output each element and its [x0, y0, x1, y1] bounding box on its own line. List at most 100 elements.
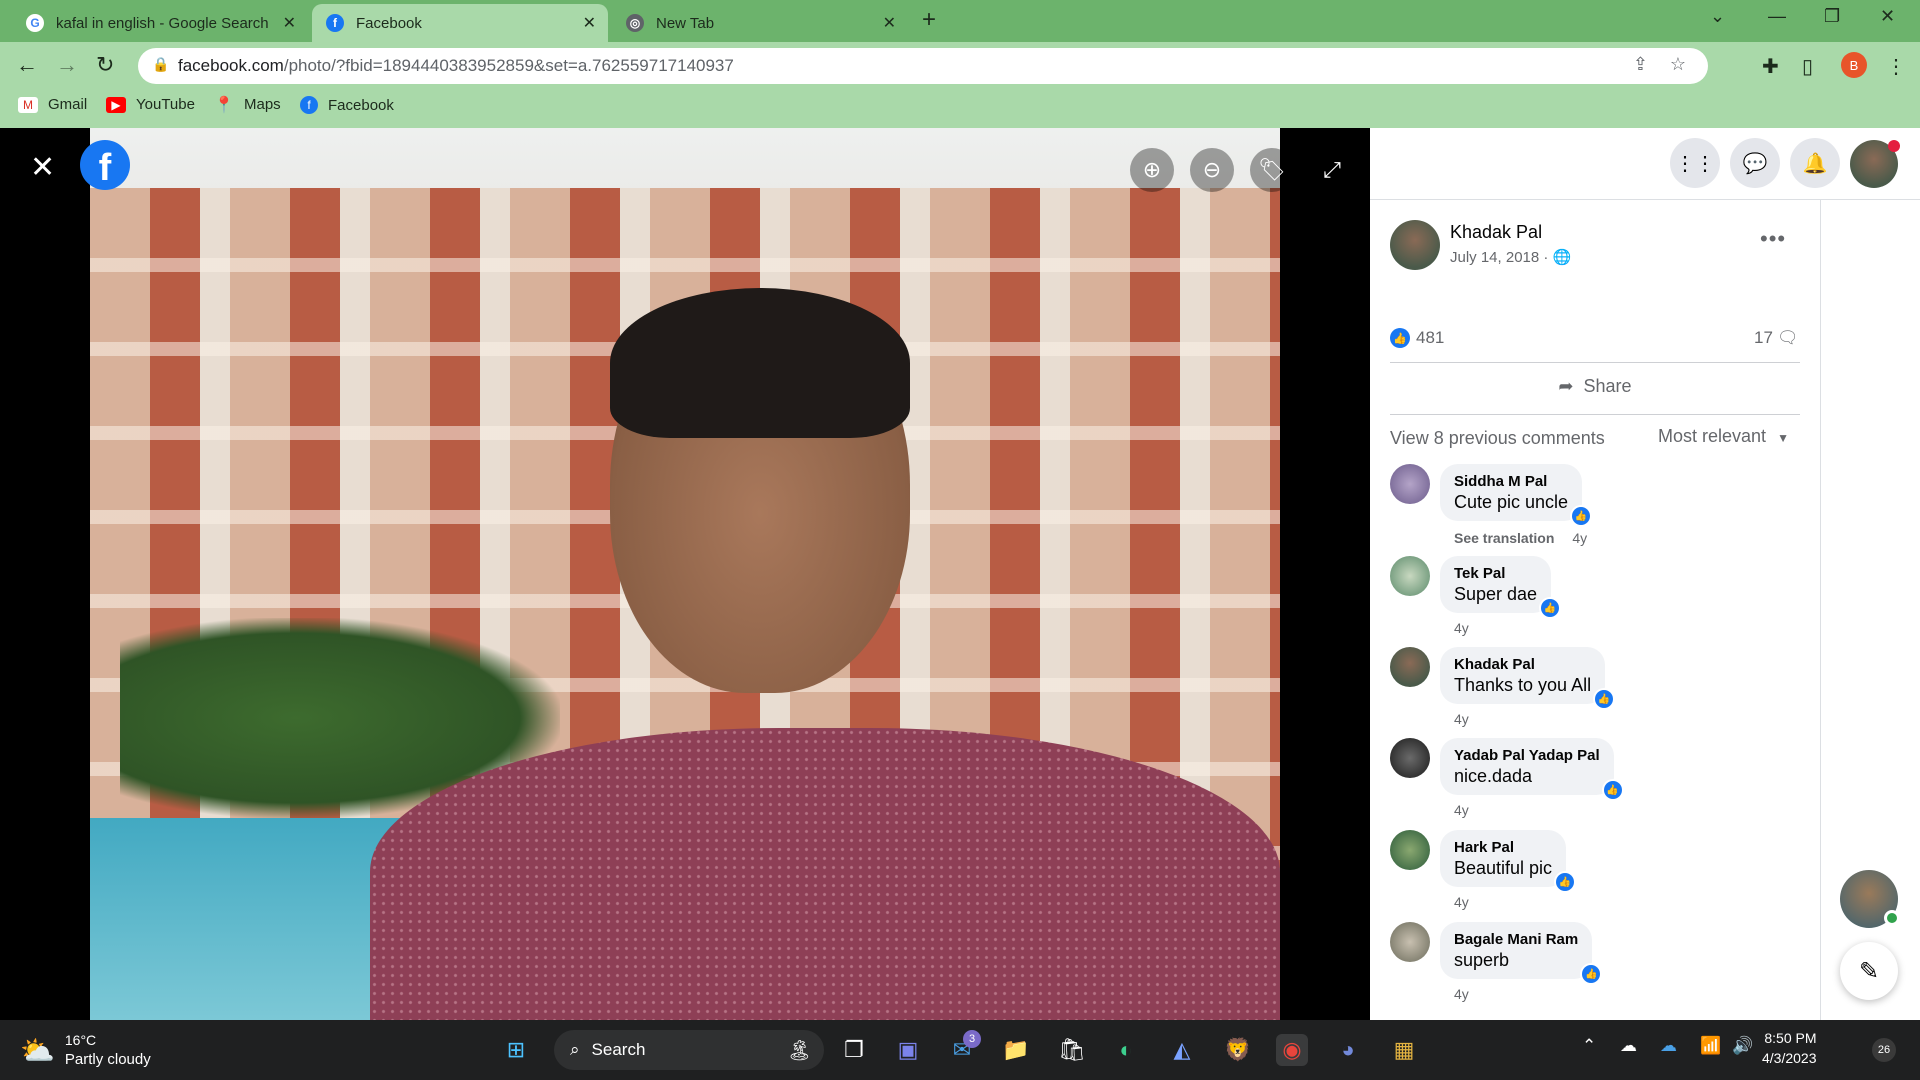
bookmark-youtube[interactable]: ▶ YouTube — [106, 96, 195, 113]
close-tab-icon[interactable]: ✕ — [283, 13, 296, 33]
comment-age[interactable]: 4y — [1454, 894, 1469, 910]
close-tab-icon[interactable]: ✕ — [583, 13, 596, 33]
close-viewer-icon[interactable]: ✕ — [30, 150, 55, 185]
share-button[interactable]: ➦ Share — [1390, 364, 1800, 408]
post-date[interactable]: July 14, 2018 · 🌐 — [1450, 248, 1571, 266]
comment-bubble: Yadab Pal Yadap Pal nice.dada 👍 — [1440, 738, 1624, 801]
post-author-avatar[interactable] — [1390, 220, 1440, 270]
taskbar-search[interactable]: ⌕ Search 🏝 — [554, 1030, 824, 1070]
extensions-icon[interactable]: ✚ — [1762, 54, 1779, 79]
post-author[interactable]: Khadak Pal — [1450, 222, 1542, 243]
comment-meta: 4y — [1454, 894, 1469, 910]
view-previous-comments[interactable]: View 8 previous comments — [1390, 428, 1605, 449]
commenter-name[interactable]: Tek Pal — [1454, 564, 1537, 583]
wifi-icon[interactable]: 📶 — [1700, 1036, 1721, 1056]
facebook-logo[interactable]: f — [80, 140, 130, 190]
commenter-avatar[interactable] — [1390, 922, 1430, 962]
commenter-avatar[interactable] — [1390, 556, 1430, 596]
bookmark-label: Maps — [244, 96, 281, 113]
commenter-name[interactable]: Bagale Mani Ram — [1454, 930, 1578, 949]
edge-icon[interactable]: ◐ — [1110, 1034, 1142, 1066]
reload-icon[interactable]: ↻ — [96, 52, 114, 78]
photo-person-hair — [610, 288, 910, 438]
facebook-icon: f — [326, 14, 344, 32]
comment-age[interactable]: 4y — [1454, 802, 1469, 818]
zoom-in-icon[interactable]: ⊕ — [1130, 148, 1174, 192]
address-bar[interactable]: 🔒 facebook.com/photo/?fbid=1894440383952… — [138, 48, 1708, 84]
bookmark-gmail[interactable]: M Gmail — [18, 96, 87, 113]
tab-facebook[interactable]: f Facebook ✕ — [312, 4, 608, 42]
more-options-icon[interactable]: ••• — [1760, 226, 1786, 252]
close-window-button[interactable]: ✕ — [1880, 6, 1895, 27]
commenter-avatar[interactable] — [1390, 464, 1430, 504]
tab-new-tab[interactable]: ◎ New Tab ✕ — [612, 4, 908, 42]
menu-grid-icon[interactable]: ⋮⋮ — [1670, 138, 1720, 188]
clock-date: 4/3/2023 — [1762, 1050, 1817, 1066]
app-icon[interactable]: ◭ — [1166, 1034, 1198, 1066]
tab-google-search[interactable]: G kafal in english - Google Search ✕ — [12, 4, 308, 42]
side-panel-icon[interactable]: ▯ — [1802, 54, 1813, 79]
commenter-name[interactable]: Yadab Pal Yadap Pal — [1454, 746, 1600, 765]
post-photo[interactable] — [90, 128, 1280, 1020]
comment-meta: 4y — [1454, 986, 1469, 1002]
forward-icon[interactable]: → — [56, 52, 78, 78]
brave-icon[interactable]: 🦁 — [1222, 1034, 1254, 1066]
volume-icon[interactable]: 🔊 — [1732, 1036, 1753, 1056]
sort-dropdown[interactable]: Most relevant ▼ — [1658, 426, 1789, 447]
discord-icon[interactable]: ◕ — [1332, 1034, 1364, 1066]
task-view-icon[interactable]: ❐ — [838, 1034, 870, 1066]
comment-age[interactable]: 4y — [1454, 711, 1469, 727]
close-tab-icon[interactable]: ✕ — [883, 13, 896, 33]
bookmark-label: Gmail — [48, 96, 88, 113]
bookmark-facebook[interactable]: f Facebook — [300, 96, 394, 114]
maps-icon: 📍 — [214, 96, 234, 114]
share-label: Share — [1583, 375, 1632, 396]
photo-person-shirt — [370, 728, 1280, 1020]
tab-search-icon[interactable]: ⌄ — [1710, 6, 1725, 27]
onedrive-icon[interactable]: ☁ — [1660, 1036, 1677, 1056]
teams-icon[interactable]: ▣ — [892, 1034, 924, 1066]
comment-count[interactable]: 17 🗨 — [1754, 328, 1799, 348]
notification-count[interactable]: 26 — [1872, 1038, 1896, 1062]
share-page-icon[interactable]: ⇪ — [1633, 54, 1648, 75]
new-tab-button[interactable]: + — [922, 6, 936, 34]
file-explorer-icon[interactable]: 📁 — [1000, 1034, 1032, 1066]
see-translation-link[interactable]: See translation — [1454, 530, 1554, 546]
bookmark-star-icon[interactable]: ☆ — [1670, 54, 1686, 75]
comment-like-icon: 👍 — [1593, 688, 1616, 710]
comment-text: Thanks to you All — [1454, 675, 1592, 695]
commenter-avatar[interactable] — [1390, 647, 1430, 687]
commenter-avatar[interactable] — [1390, 738, 1430, 778]
bookmark-maps[interactable]: 📍 Maps — [214, 96, 281, 114]
back-icon[interactable]: ← — [16, 52, 38, 78]
zoom-out-icon[interactable]: ⊖ — [1190, 148, 1234, 192]
panel-scrollbar[interactable] — [1820, 200, 1821, 1020]
maximize-button[interactable]: ❐ — [1824, 6, 1840, 27]
minimize-button[interactable]: — — [1768, 6, 1786, 27]
show-hidden-icons[interactable]: ⌃ — [1582, 1036, 1596, 1056]
comment-age[interactable]: 4y — [1572, 530, 1587, 546]
comment-age[interactable]: 4y — [1454, 986, 1469, 1002]
comment-like-icon: 👍 — [1570, 505, 1593, 527]
app-grid-icon[interactable]: ▦ — [1388, 1034, 1420, 1066]
commenter-name[interactable]: Khadak Pal — [1454, 655, 1591, 674]
like-count[interactable]: 👍 481 — [1390, 328, 1444, 348]
commenter-avatar[interactable] — [1390, 830, 1430, 870]
messenger-icon[interactable]: 💬 — [1730, 138, 1780, 188]
notifications-icon[interactable]: 🔔 — [1790, 138, 1840, 188]
cloud-icon[interactable]: ☁ — [1620, 1036, 1637, 1056]
commenter-name[interactable]: Hark Pal — [1454, 838, 1552, 857]
chrome-taskbar-icon[interactable]: ◉ — [1276, 1034, 1308, 1066]
comment-age[interactable]: 4y — [1454, 620, 1469, 636]
fullscreen-icon[interactable]: ⤢ — [1310, 148, 1354, 192]
start-icon[interactable]: ⊞ — [500, 1034, 532, 1066]
weather-widget[interactable]: ⛅ 16°C Partly cloudy — [20, 1030, 151, 1070]
store-icon[interactable]: 🛍 — [1056, 1034, 1088, 1066]
notification-dot — [1888, 140, 1900, 152]
profile-avatar[interactable]: B — [1841, 52, 1867, 78]
menu-icon[interactable]: ⋮ — [1886, 54, 1906, 79]
commenter-name[interactable]: Siddha M Pal — [1454, 472, 1568, 491]
clock[interactable]: 8:50 PM 4/3/2023 — [1762, 1028, 1817, 1068]
tag-icon[interactable]: 🏷 — [1250, 148, 1294, 192]
new-message-icon[interactable]: ✎ — [1840, 942, 1898, 1000]
